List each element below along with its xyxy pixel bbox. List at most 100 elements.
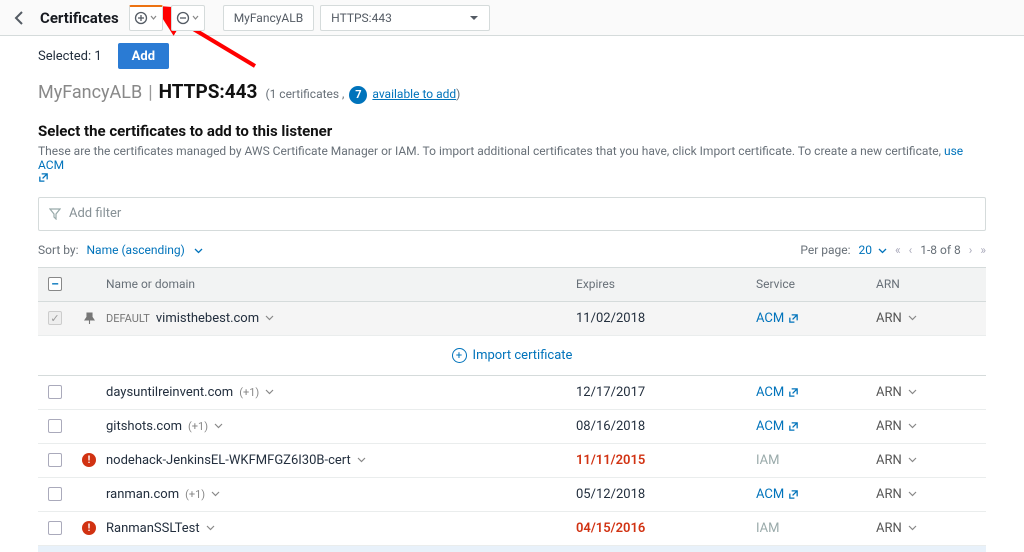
arn-cell[interactable]: ARN: [876, 311, 976, 326]
table-row[interactable]: ! nodehack-JenkinsEL-WKFMFGZ6I30B-cert 1…: [38, 444, 986, 478]
chevron-down-icon: [908, 457, 917, 463]
cert-count-text: 1 certificates ,: [270, 87, 345, 101]
expires-cell: 04/15/2016: [576, 521, 756, 536]
row-checkbox[interactable]: [48, 311, 62, 325]
col-name[interactable]: Name or domain: [106, 277, 576, 291]
chevron-down-icon: [878, 248, 887, 254]
extra-count: (+1): [185, 488, 205, 501]
extra-count: (+1): [188, 420, 208, 433]
add-button[interactable]: Add: [118, 43, 169, 69]
expires-cell: 11/02/2018: [576, 311, 756, 326]
plus-circle-icon: +: [452, 348, 467, 363]
chevron-down-icon: [150, 15, 157, 21]
extra-count: (+1): [239, 386, 259, 399]
section-heading: Select the certificates to add to this l…: [38, 122, 986, 140]
sortby-dropdown[interactable]: Name (ascending): [87, 243, 203, 257]
pager-range: 1-8 of 8: [920, 243, 961, 257]
col-service[interactable]: Service: [756, 277, 876, 291]
plus-circle-icon: [134, 11, 148, 25]
sortby-label: Sort by:: [38, 243, 79, 257]
cert-count-paren-close: ): [456, 87, 460, 101]
pager-next[interactable]: ›: [969, 243, 973, 257]
alert-icon: !: [82, 453, 96, 467]
row-checkbox[interactable]: [48, 419, 62, 433]
available-to-add-link[interactable]: available to add: [372, 87, 456, 101]
expires-cell: 05/12/2018: [576, 487, 756, 502]
caret-down-icon: [469, 15, 479, 21]
arn-cell[interactable]: ARN: [876, 487, 976, 502]
pager-prev[interactable]: ‹: [909, 243, 913, 257]
arn-cell[interactable]: ARN: [876, 521, 976, 536]
sort-pager-bar: Sort by: Name (ascending) Per page: 20 «…: [38, 243, 986, 257]
cert-name-cell[interactable]: DEFAULT vimisthebest.com: [106, 311, 576, 326]
chevron-down-icon: [214, 423, 223, 429]
section-subtext: These are the certificates managed by AW…: [38, 144, 986, 183]
chevron-down-icon: [908, 389, 917, 395]
table-row[interactable]: ! RanmanSSLTest 04/15/2016 IAM ARN: [38, 512, 986, 546]
expires-cell: 12/17/2017: [576, 385, 756, 400]
alert-icon: !: [82, 521, 96, 535]
filter-icon: [49, 208, 61, 220]
cert-name-cell[interactable]: daysuntilreinvent.com (+1): [106, 385, 576, 400]
service-cell: IAM: [756, 521, 876, 536]
listener-selector[interactable]: HTTPS:443: [320, 5, 490, 31]
chevron-down-icon: [357, 457, 366, 463]
available-count-badge: 7: [349, 86, 367, 104]
table-row[interactable]: DEFAULT vimisthebest.com 11/02/2018 ACM …: [38, 302, 986, 336]
row-checkbox[interactable]: [48, 453, 62, 467]
remove-certificate-pill[interactable]: [171, 5, 205, 31]
chevron-down-icon: [908, 315, 917, 321]
chevron-down-icon: [908, 491, 917, 497]
expires-cell: 08/16/2018: [576, 419, 756, 434]
table-row[interactable]: ranman.com (+1) 05/12/2018 ACM ARN: [38, 478, 986, 512]
cert-name-cell[interactable]: RanmanSSLTest: [106, 521, 576, 536]
cert-name-cell[interactable]: gitshots.com (+1): [106, 419, 576, 434]
row-checkbox[interactable]: [48, 487, 62, 501]
service-cell[interactable]: ACM: [756, 487, 876, 502]
table-row[interactable]: vimisbetterthanemacs.com 11/02/2018 ACM …: [38, 546, 986, 552]
cert-name: gitshots.com: [106, 419, 182, 434]
pager-last[interactable]: »: [980, 243, 986, 257]
service-cell[interactable]: ACM: [756, 419, 876, 434]
chevron-down-icon: [194, 248, 203, 254]
heading-alb: MyFancyALB: [38, 82, 142, 103]
filter-input[interactable]: Add filter: [38, 197, 986, 231]
cert-name: ranman.com: [106, 487, 179, 502]
arn-cell[interactable]: ARN: [876, 453, 976, 468]
external-link-icon: [38, 172, 49, 183]
service-cell[interactable]: ACM: [756, 385, 876, 400]
external-link-icon: [788, 489, 799, 500]
service-cell: IAM: [756, 453, 876, 468]
cert-name-cell[interactable]: ranman.com (+1): [106, 487, 576, 502]
select-all-checkbox[interactable]: –: [48, 277, 62, 291]
import-label: Import certificate: [473, 348, 573, 363]
alb-selector[interactable]: MyFancyALB: [223, 5, 314, 31]
pin-icon: [84, 312, 95, 325]
minus-circle-icon: [176, 11, 190, 25]
pager-first[interactable]: «: [895, 243, 901, 257]
pager: « ‹ 1-8 of 8 › »: [895, 243, 986, 257]
table-row[interactable]: daysuntilreinvent.com (+1) 12/17/2017 AC…: [38, 376, 986, 410]
import-certificate-button[interactable]: + Import certificate: [38, 336, 986, 376]
arn-cell[interactable]: ARN: [876, 385, 976, 400]
selected-count: Selected: 1: [38, 49, 102, 64]
cert-name: RanmanSSLTest: [106, 521, 200, 536]
cert-name-cell[interactable]: nodehack-JenkinsEL-WKFMFGZ6I30B-cert: [106, 453, 576, 468]
add-certificate-pill[interactable]: [129, 5, 163, 31]
external-link-icon: [788, 421, 799, 432]
service-cell[interactable]: ACM: [756, 311, 876, 326]
col-expires[interactable]: Expires: [576, 277, 756, 291]
expires-cell: 11/11/2015: [576, 453, 756, 468]
arn-cell[interactable]: ARN: [876, 419, 976, 434]
col-arn[interactable]: ARN: [876, 277, 976, 291]
back-button[interactable]: [6, 5, 32, 31]
heading-protocol: HTTPS:443: [159, 80, 258, 103]
table-row[interactable]: gitshots.com (+1) 08/16/2018 ACM ARN: [38, 410, 986, 444]
listener-heading: MyFancyALB | HTTPS:443 (1 certificates ,…: [38, 80, 986, 104]
chevron-down-icon: [265, 315, 274, 321]
row-checkbox[interactable]: [48, 385, 62, 399]
perpage-dropdown[interactable]: 20: [859, 243, 887, 257]
top-toolbar: Certificates MyFancyALB HTTPS:443: [0, 0, 1024, 36]
row-checkbox[interactable]: [48, 521, 62, 535]
cert-name: nodehack-JenkinsEL-WKFMFGZ6I30B-cert: [106, 453, 351, 468]
